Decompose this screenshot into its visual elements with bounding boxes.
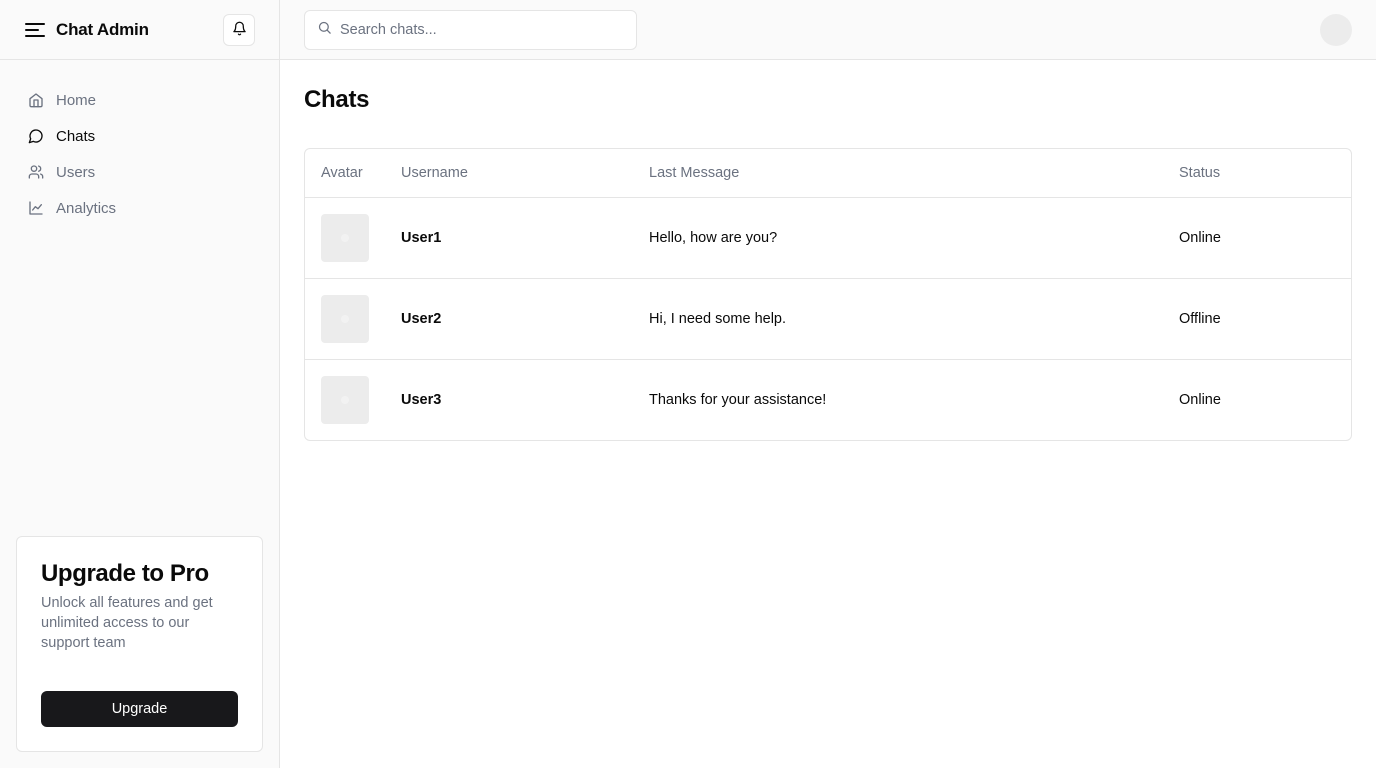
avatar-cell	[305, 277, 385, 359]
last-message-cell: Hi, I need some help.	[633, 277, 1163, 359]
column-header-username: Username	[385, 149, 633, 198]
username-cell: User3	[385, 358, 633, 440]
upgrade-card: Upgrade to Pro Unlock all features and g…	[16, 536, 263, 752]
bell-icon	[232, 21, 247, 39]
line-chart-icon	[28, 200, 44, 216]
upgrade-title: Upgrade to Pro	[41, 560, 209, 587]
sidebar: Chat Admin Home Chats Users Analytics Up…	[0, 0, 280, 768]
avatar-cell	[305, 358, 385, 440]
brand: Chat Admin	[24, 19, 149, 41]
main-content: Chats Avatar Username Last Message Statu…	[304, 60, 1352, 441]
app-title: Chat Admin	[56, 19, 149, 39]
sidebar-item-chats[interactable]: Chats	[0, 118, 279, 154]
sidebar-item-analytics[interactable]: Analytics	[0, 190, 279, 226]
username-cell: User2	[385, 277, 633, 359]
sidebar-item-home[interactable]: Home	[0, 82, 279, 118]
table-header-row: Avatar Username Last Message Status	[305, 149, 1351, 198]
avatar-cell	[305, 197, 385, 278]
sidebar-item-label: Users	[56, 163, 96, 181]
menu-icon[interactable]	[24, 19, 46, 41]
page-title: Chats	[304, 86, 370, 113]
search-box[interactable]	[304, 10, 637, 50]
last-message-cell: Hello, how are you?	[649, 229, 778, 246]
sidebar-item-users[interactable]: Users	[0, 154, 279, 190]
table-row[interactable]: User1 Hello, how are you? Online	[305, 197, 1351, 278]
column-header-status: Status	[1163, 149, 1351, 198]
status-cell: Online	[1179, 229, 1221, 246]
table-row[interactable]: User3 Thanks for your assistance! Online	[305, 358, 1351, 440]
username-cell: User1	[401, 229, 442, 246]
message-circle-icon	[28, 128, 44, 144]
sidebar-header: Chat Admin	[0, 0, 279, 60]
sidebar-item-label: Chats	[56, 127, 96, 145]
user-avatar[interactable]	[1320, 14, 1352, 46]
status-cell: Online	[1163, 358, 1351, 440]
top-bar	[280, 0, 1376, 60]
users-icon	[28, 164, 44, 180]
home-icon	[28, 92, 44, 108]
search-input[interactable]	[340, 22, 620, 38]
sidebar-item-label: Home	[56, 91, 97, 109]
search-icon	[317, 20, 332, 40]
column-header-avatar: Avatar	[305, 149, 385, 198]
sidebar-item-label: Analytics	[56, 199, 117, 217]
sidebar-nav: Home Chats Users Analytics	[0, 60, 279, 226]
notifications-button[interactable]	[223, 14, 255, 46]
upgrade-description: Unlock all features and get unlimited ac…	[41, 595, 213, 651]
last-message-cell: Thanks for your assistance!	[633, 358, 1163, 440]
upgrade-button[interactable]: Upgrade	[41, 691, 238, 727]
avatar	[321, 294, 369, 343]
avatar	[321, 375, 369, 424]
avatar	[321, 213, 369, 262]
table-row[interactable]: User2 Hi, I need some help. Offline	[305, 277, 1351, 359]
status-cell: Offline	[1163, 277, 1351, 359]
column-header-last-message: Last Message	[633, 149, 1163, 198]
chats-table: Avatar Username Last Message Status User…	[304, 148, 1352, 441]
